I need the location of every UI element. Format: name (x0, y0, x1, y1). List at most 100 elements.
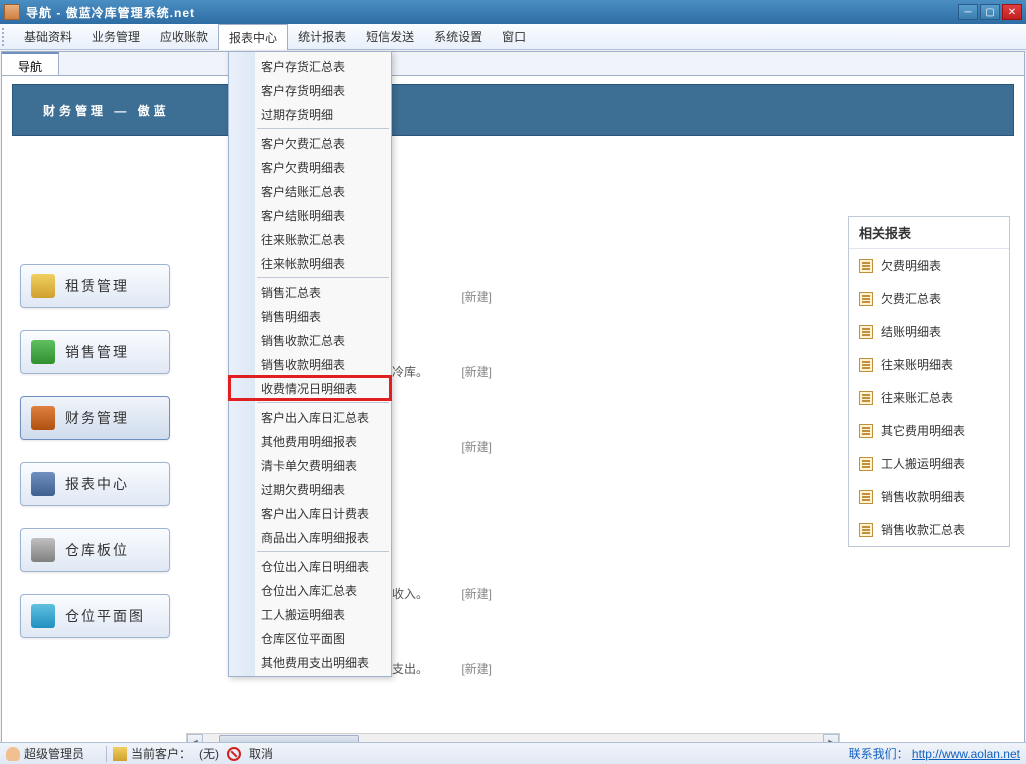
separator (106, 746, 107, 762)
dropdown-item[interactable]: 过期欠费明细表 (229, 477, 391, 501)
nav-reports[interactable]: 报表中心 (20, 462, 170, 506)
dropdown-item[interactable]: 其他费用明细报表 (229, 429, 391, 453)
current-user: 超级管理员 (24, 745, 84, 762)
related-report-item[interactable]: 销售收款明细表 (849, 480, 1009, 513)
finance-icon (31, 406, 55, 430)
report-icon (859, 457, 873, 471)
dropdown-item[interactable]: 客户存货明细表 (229, 78, 391, 102)
related-report-item[interactable]: 往来账明细表 (849, 348, 1009, 381)
menu-bar: 基础资料 业务管理 应收账款 报表中心 统计报表 短信发送 系统设置 窗口 (0, 24, 1026, 50)
dropdown-item[interactable]: 往来帐款明细表 (229, 251, 391, 275)
dropdown-item[interactable]: 清卡单欠费明细表 (229, 453, 391, 477)
related-report-item[interactable]: 结账明细表 (849, 315, 1009, 348)
related-report-item[interactable]: 其它费用明细表 (849, 414, 1009, 447)
related-report-item[interactable]: 往来账汇总表 (849, 381, 1009, 414)
dropdown-item[interactable]: 销售收款明细表 (229, 352, 391, 376)
related-reports-title: 相关报表 (849, 217, 1009, 249)
report-icon (859, 292, 873, 306)
dropdown-item[interactable]: 仓库区位平面图 (229, 626, 391, 650)
app-icon (4, 4, 20, 20)
nav-sales[interactable]: 销售管理 (20, 330, 170, 374)
dropdown-item[interactable]: 仓位出入库日明细表 (229, 554, 391, 578)
new-link[interactable]: [新建] (461, 288, 492, 305)
dropdown-item[interactable]: 往来账款汇总表 (229, 227, 391, 251)
dropdown-item[interactable]: 销售汇总表 (229, 280, 391, 304)
nav-floorplan[interactable]: 仓位平面图 (20, 594, 170, 638)
user-icon (6, 747, 20, 761)
main-area: 导航 财务管理 — 傲蓝 v5.2 租赁管理 销售管理 财务管理 报表 (1, 51, 1025, 745)
nav-finance[interactable]: 财务管理 (20, 396, 170, 440)
menu-grip[interactable] (2, 28, 8, 46)
window-title: 导航 - 傲蓝冷库管理系统.net (26, 4, 958, 21)
content: 财务管理 — 傲蓝 v5.2 租赁管理 销售管理 财务管理 报表中心 (2, 84, 1024, 752)
customer-value: (无) (199, 745, 219, 762)
new-link[interactable]: [新建] (461, 660, 492, 677)
menu-business[interactable]: 业务管理 (82, 24, 150, 49)
dropdown-separator (257, 402, 389, 403)
dropdown-item[interactable]: 客户出入库日计费表 (229, 501, 391, 525)
dropdown-item[interactable]: 工人搬运明细表 (229, 602, 391, 626)
report-icon (859, 424, 873, 438)
tab-nav[interactable]: 导航 (2, 52, 59, 75)
related-reports-panel: 相关报表 欠费明细表欠费汇总表结账明细表往来账明细表往来账汇总表其它费用明细表工… (848, 216, 1010, 547)
contact-label: 联系我们： (849, 747, 909, 761)
report-center-dropdown: 客户存货汇总表客户存货明细表过期存货明细客户欠费汇总表客户欠费明细表客户结账汇总… (228, 51, 392, 677)
related-report-item[interactable]: 销售收款汇总表 (849, 513, 1009, 546)
status-bar: 超级管理员 当前客户： (无) 取消 联系我们： http://www.aola… (0, 742, 1026, 764)
dropdown-separator (257, 551, 389, 552)
page-title: 财务管理 — 傲蓝 (43, 102, 170, 119)
reports-icon (31, 472, 55, 496)
page-header: 财务管理 — 傲蓝 v5.2 (12, 84, 1014, 136)
menu-stats[interactable]: 统计报表 (288, 24, 356, 49)
report-icon (859, 358, 873, 372)
report-icon (859, 523, 873, 537)
customer-icon (113, 747, 127, 761)
dropdown-separator (257, 277, 389, 278)
dropdown-item[interactable]: 仓位出入库汇总表 (229, 578, 391, 602)
dropdown-item[interactable]: 过期存货明细 (229, 102, 391, 126)
dropdown-item[interactable]: 商品出入库明细报表 (229, 525, 391, 549)
menu-sms[interactable]: 短信发送 (356, 24, 424, 49)
nav-warehouse[interactable]: 仓库板位 (20, 528, 170, 572)
left-nav: 租赁管理 销售管理 财务管理 报表中心 仓库板位 仓位平面图 (20, 264, 170, 660)
related-report-item[interactable]: 欠费汇总表 (849, 282, 1009, 315)
floorplan-icon (31, 604, 55, 628)
dropdown-item[interactable]: 销售收款汇总表 (229, 328, 391, 352)
warehouse-icon (31, 538, 55, 562)
dropdown-item[interactable]: 客户结账汇总表 (229, 179, 391, 203)
customer-label: 当前客户： (131, 745, 191, 762)
dropdown-item[interactable]: 其他费用支出明细表 (229, 650, 391, 674)
contact-link[interactable]: http://www.aolan.net (912, 747, 1020, 761)
menu-basic-data[interactable]: 基础资料 (14, 24, 82, 49)
dropdown-item[interactable]: 客户欠费明细表 (229, 155, 391, 179)
dropdown-item[interactable]: 客户出入库日汇总表 (229, 405, 391, 429)
related-report-item[interactable]: 工人搬运明细表 (849, 447, 1009, 480)
dropdown-item[interactable]: 客户欠费汇总表 (229, 131, 391, 155)
dropdown-separator (257, 128, 389, 129)
new-link[interactable]: [新建] (461, 363, 492, 380)
related-report-item[interactable]: 欠费明细表 (849, 249, 1009, 282)
dropdown-item[interactable]: 客户存货汇总表 (229, 54, 391, 78)
new-link[interactable]: [新建] (461, 438, 492, 455)
rental-icon (31, 274, 55, 298)
title-bar: 导航 - 傲蓝冷库管理系统.net ─ ▢ ✕ (0, 0, 1026, 24)
dropdown-item[interactable]: 销售明细表 (229, 304, 391, 328)
nav-rental[interactable]: 租赁管理 (20, 264, 170, 308)
sales-icon (31, 340, 55, 364)
new-link[interactable]: [新建] (461, 585, 492, 602)
report-icon (859, 490, 873, 504)
menu-receivables[interactable]: 应收账款 (150, 24, 218, 49)
minimize-button[interactable]: ─ (958, 4, 978, 20)
report-icon (859, 259, 873, 273)
report-icon (859, 325, 873, 339)
maximize-button[interactable]: ▢ (980, 4, 1000, 20)
menu-window[interactable]: 窗口 (492, 24, 536, 49)
close-button[interactable]: ✕ (1002, 4, 1022, 20)
menu-report-center[interactable]: 报表中心 (218, 24, 288, 50)
cancel-icon[interactable] (227, 747, 241, 761)
dropdown-item[interactable]: 客户结账明细表 (229, 203, 391, 227)
dropdown-item[interactable]: 收费情况日明细表 (229, 376, 391, 400)
tab-strip: 导航 (2, 52, 1024, 76)
cancel-label[interactable]: 取消 (249, 745, 273, 762)
menu-settings[interactable]: 系统设置 (424, 24, 492, 49)
